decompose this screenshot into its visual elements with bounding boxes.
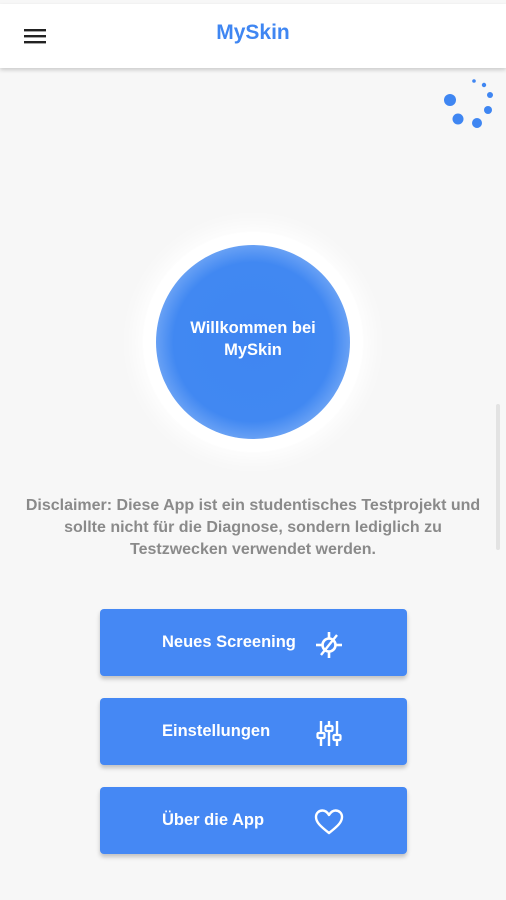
settings-button[interactable]: Einstellungen [100,698,407,765]
screening-target-icon [316,632,342,658]
new-screening-button[interactable]: Neues Screening [100,609,407,676]
heart-outline-icon [314,809,344,835]
new-screening-label: Neues Screening [162,633,296,651]
hamburger-menu-icon[interactable] [23,26,47,46]
app-bar: MySkin [0,4,506,68]
app-screen: MySkin Willkommen bei MySkin Disclaimer:… [0,0,506,900]
app-title: MySkin [216,21,290,44]
menu-button[interactable] [14,16,56,56]
loading-spinner-icon [444,79,493,128]
about-app-label: Über die App [162,811,265,829]
settings-label: Einstellungen [162,722,271,740]
welcome-text: Willkommen bei MySkin [190,319,316,359]
scrollbar[interactable] [496,404,500,550]
welcome-circle: Willkommen bei MySkin [156,245,350,439]
disclaimer-text: Disclaimer: Diese App ist ein studentisc… [25,497,481,558]
about-app-button[interactable]: Über die App [100,787,407,854]
sliders-icon [316,721,342,746]
